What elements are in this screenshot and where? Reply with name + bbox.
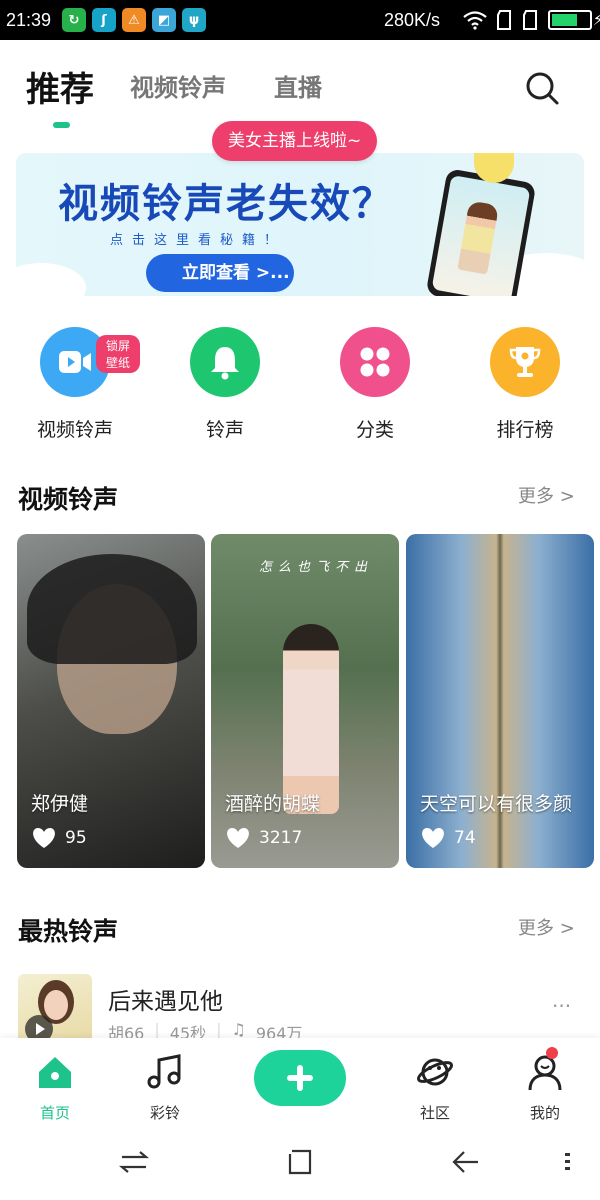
tab-live[interactable]: 直播 — [274, 68, 322, 103]
banner-view-button[interactable]: 立即查看 >... — [146, 254, 294, 292]
thumbnail-hair — [27, 554, 197, 664]
video-card-title: 郑伊健 — [31, 793, 89, 815]
video-card-likes: 74 — [420, 827, 476, 849]
sim-icon — [497, 10, 511, 30]
charging-icon: ⚡ — [592, 10, 600, 29]
banner-title: 视频铃声老失效？ — [58, 181, 394, 227]
video-section-title: 视频铃声 — [18, 485, 119, 514]
hot-section-title: 最热铃声 — [18, 917, 119, 946]
category-label: 分类 — [355, 419, 394, 441]
home-square-icon[interactable] — [284, 1146, 316, 1178]
like-count: 3217 — [259, 828, 303, 848]
system-icons: ⚡ — [462, 9, 600, 31]
nav-label: 彩铃 — [149, 1104, 180, 1122]
song-cover — [18, 974, 92, 1048]
nav-home[interactable]: 首页 — [15, 1052, 95, 1123]
category-video-ringtone[interactable]: 视频铃声 锁屏壁纸 — [10, 327, 140, 442]
cloud-decoration — [16, 263, 86, 296]
thumbnail-person — [283, 624, 339, 814]
wifi-icon — [463, 11, 487, 30]
system-nav-bar — [0, 1128, 600, 1200]
trophy-icon — [490, 327, 560, 397]
video-section-more-link[interactable]: 更多 > — [518, 482, 575, 508]
nav-label: 首页 — [39, 1104, 70, 1122]
category-label: 视频铃声 — [36, 419, 113, 441]
status-bar: 21:39 ↻ ʃ ⚠ ◩ ψ 280K/s ⚡ — [0, 0, 600, 40]
battery-icon: ⚡ — [548, 10, 600, 30]
switch-apps-icon[interactable] — [118, 1146, 150, 1178]
back-icon[interactable] — [450, 1146, 482, 1178]
video-overlay-text: 怎么也飞不出 — [259, 560, 374, 575]
nav-label: 社区 — [419, 1104, 450, 1122]
category-ringtone[interactable]: 铃声 — [160, 327, 290, 442]
category-classify[interactable]: 分类 — [310, 327, 440, 442]
menu-icon[interactable] — [552, 1146, 584, 1178]
bottom-nav: 首页 彩铃 社区 我的 — [0, 1038, 600, 1128]
notification-dot — [546, 1047, 558, 1059]
song-list-item[interactable]: 后来遇见他 胡66 | 45秒 | ♫ 964万 ··· — [18, 974, 584, 1048]
top-tabs: 推荐 视频铃声 直播 — [0, 40, 600, 130]
song-title: 后来遇见他 — [108, 989, 223, 1015]
hot-section-more-link[interactable]: 更多 > — [518, 914, 575, 940]
like-count: 95 — [65, 828, 87, 848]
user-icon — [528, 1055, 562, 1091]
nav-mine[interactable]: 我的 — [505, 1052, 585, 1123]
home-icon — [39, 1057, 71, 1088]
video-card[interactable]: 天空可以有很多颜 74 — [406, 534, 594, 868]
phone-illustration — [425, 168, 537, 296]
bell-icon — [190, 327, 260, 397]
live-host-bubble[interactable]: 美女主播上线啦~ — [212, 121, 378, 161]
like-count: 74 — [454, 828, 476, 848]
video-card-likes: 3217 — [225, 827, 302, 849]
app-notification-icon: ʃ — [92, 8, 116, 32]
nav-label: 我的 — [529, 1104, 560, 1122]
app-notification-icon: ↻ — [62, 8, 86, 32]
planet-icon — [416, 1058, 454, 1086]
video-card-title: 天空可以有很多颜 — [420, 793, 573, 815]
tab-video-ringtone[interactable]: 视频铃声 — [130, 68, 226, 103]
usb-icon: ψ — [182, 8, 206, 32]
grid-icon — [340, 327, 410, 397]
network-speed: 280K/s — [384, 10, 441, 30]
nav-caller-ringtone[interactable]: 彩铃 — [125, 1052, 205, 1123]
status-time: 21:39 — [6, 10, 52, 30]
banner-subtitle: 点击这里看秘籍！ — [110, 233, 287, 248]
app-notification-icon: ◩ — [152, 8, 176, 32]
heart-icon — [227, 828, 249, 848]
sim-icon — [523, 10, 537, 30]
heart-icon — [33, 828, 55, 848]
create-button[interactable] — [254, 1050, 346, 1106]
music-note-icon — [147, 1054, 181, 1089]
lockscreen-badge: 锁屏壁纸 — [96, 335, 140, 373]
video-card-likes: 95 — [31, 827, 87, 849]
category-label: 铃声 — [205, 419, 244, 441]
promo-banner[interactable]: 视频铃声老失效？ 点击这里看秘籍！ 立即查看 >... — [16, 153, 584, 296]
model-illustration — [457, 200, 500, 275]
category-ranking[interactable]: 排行榜 — [460, 327, 590, 442]
song-more-icon[interactable]: ··· — [552, 994, 571, 1018]
video-card[interactable]: 郑伊健 95 — [17, 534, 205, 868]
video-card[interactable]: 怎么也飞不出 酒醉的胡蝶 3217 — [211, 534, 399, 868]
video-card-title: 酒醉的胡蝶 — [225, 793, 321, 815]
category-shortcuts: 视频铃声 锁屏壁纸 铃声 分类 排行榜 — [0, 320, 600, 450]
warning-icon: ⚠ — [122, 8, 146, 32]
search-icon[interactable] — [524, 70, 560, 106]
notification-icons: ↻ ʃ ⚠ ◩ ψ — [62, 8, 206, 32]
nav-community[interactable]: 社区 — [395, 1052, 475, 1123]
active-tab-indicator — [53, 122, 70, 128]
heart-icon — [422, 828, 444, 848]
tab-recommend[interactable]: 推荐 — [26, 62, 94, 111]
battery-level — [552, 14, 577, 26]
plus-icon — [287, 1065, 313, 1091]
category-label: 排行榜 — [496, 419, 554, 441]
